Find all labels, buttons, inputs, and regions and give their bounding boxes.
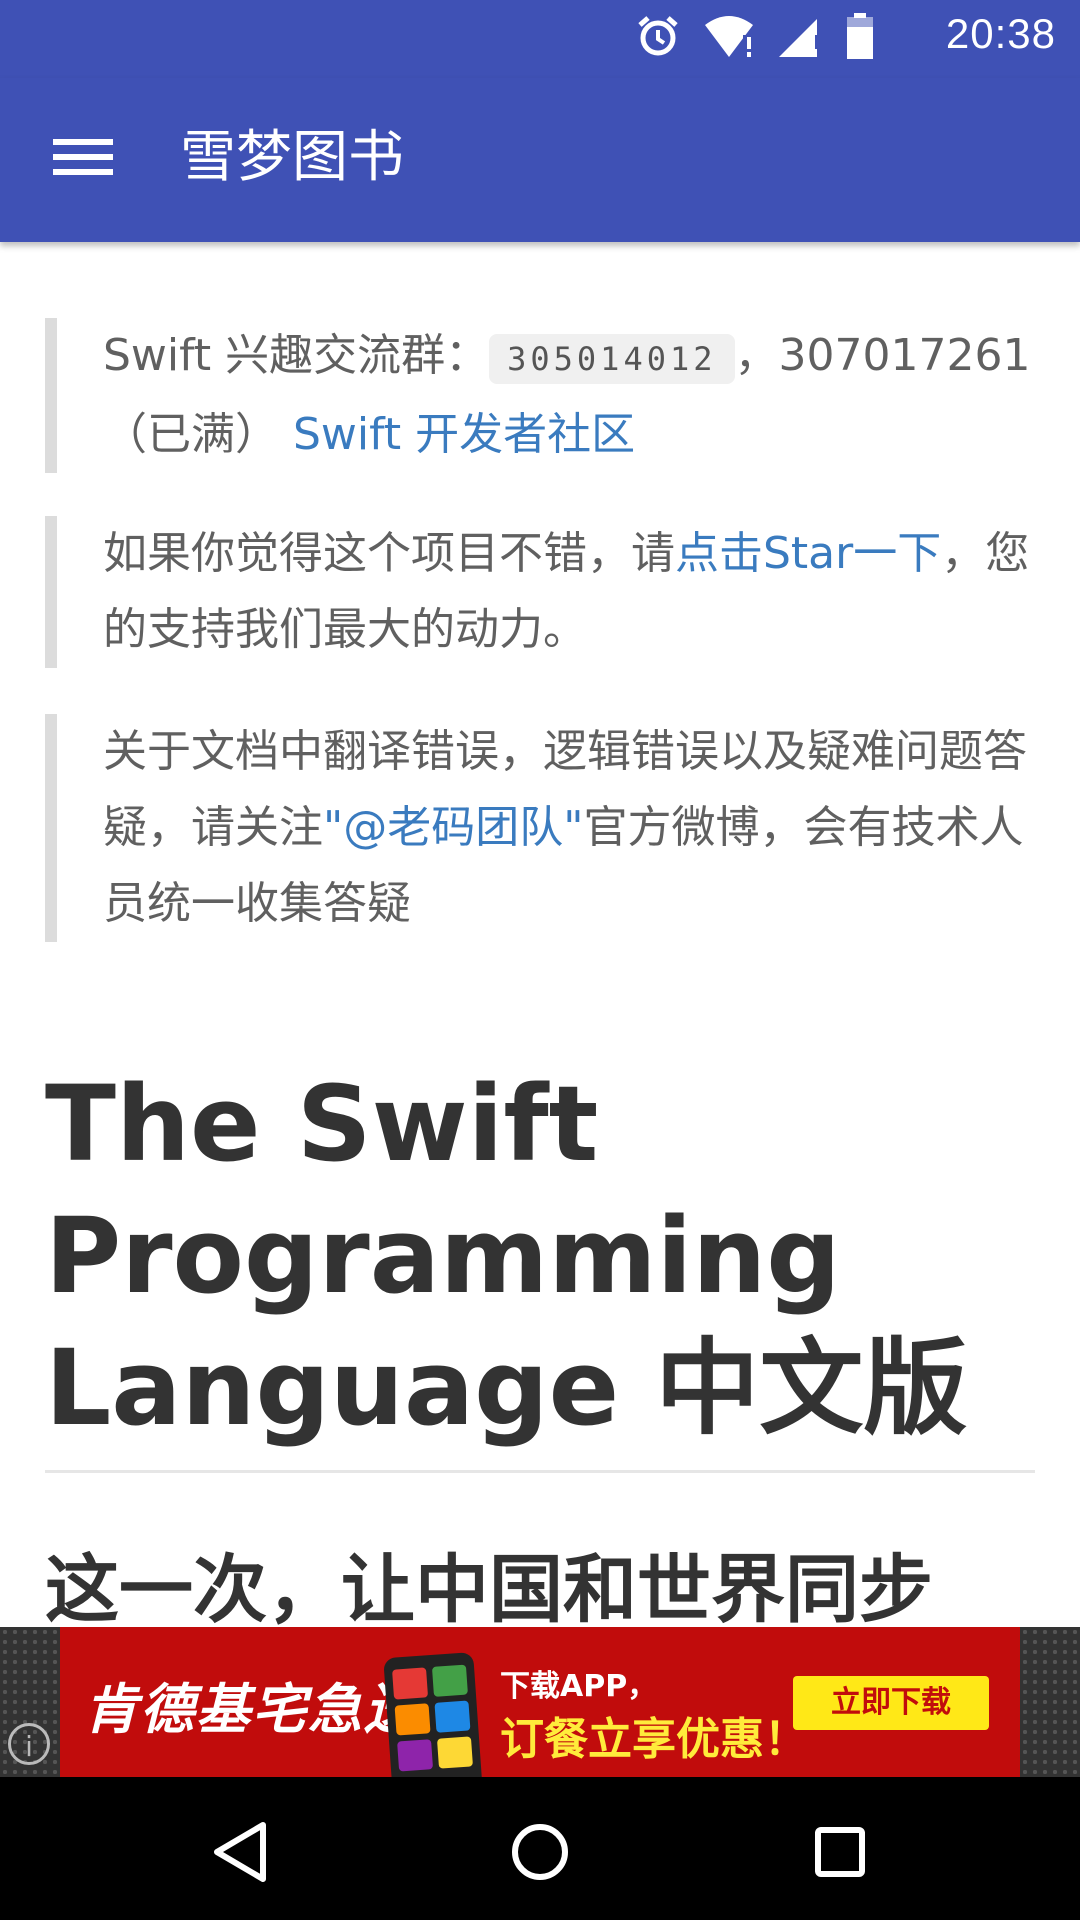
ad-banner-container: 肯德基宅急送 下载APP， 订餐立享优惠！ 立即下载 i (0, 1627, 1080, 1777)
ad-info-icon[interactable]: i (8, 1723, 50, 1765)
notice-qq-group: Swift 兴趣交流群： 305014012 ，307017261（已满） Swif… (45, 318, 1033, 473)
app-bar: 雪梦图书 (0, 78, 1080, 242)
wifi-icon (703, 13, 755, 63)
phone-image-icon (383, 1652, 483, 1777)
status-time: 20:38 (945, 10, 1056, 57)
ad-banner[interactable]: 肯德基宅急送 下载APP， 订餐立享优惠！ 立即下载 (60, 1627, 1020, 1777)
weibo-link[interactable]: "@老码团队" (323, 802, 583, 853)
notice-weibo: 关于文档中翻译错误，逻辑错误以及疑难问题答疑，请关注"@老码团队"官方微博，会有… (45, 714, 1033, 942)
signal-icon (777, 13, 823, 63)
notice-text: 如果你觉得这个项目不错，请 (103, 528, 675, 579)
page-title: The Swift Programming Language 中文版 (45, 1063, 968, 1449)
qq-group-code: 305014012 (489, 334, 735, 384)
section-heading: 这一次，让中国和世界同步 (45, 1547, 933, 1633)
notice-star: 如果你觉得这个项目不错，请点击Star一下，您的支持我们最大的动力。 (45, 516, 1033, 668)
status-bar: 20:38 (0, 0, 1080, 78)
menu-icon[interactable] (40, 122, 120, 192)
ad-text-line2: 订餐立享优惠！ (500, 1714, 808, 1765)
battery-icon (845, 13, 875, 63)
navigation-bar (0, 1777, 1080, 1920)
app-title: 雪梦图书 (180, 125, 404, 190)
swift-community-link[interactable]: Swift 开发者社区 (293, 409, 635, 460)
ad-brand: 肯德基宅急送 (84, 1678, 420, 1741)
back-icon[interactable] (205, 1817, 275, 1891)
recents-icon[interactable] (805, 1817, 875, 1891)
ad-download-button[interactable]: 立即下载 (793, 1676, 989, 1730)
star-link[interactable]: 点击Star一下 (675, 528, 941, 579)
notice-text: Swift 兴趣交流群： (103, 330, 490, 381)
alarm-icon (635, 13, 681, 63)
status-icons (635, 13, 875, 63)
divider (45, 1470, 1035, 1473)
ad-text-line1: 下载APP， (500, 1669, 658, 1704)
home-icon[interactable] (505, 1817, 575, 1891)
